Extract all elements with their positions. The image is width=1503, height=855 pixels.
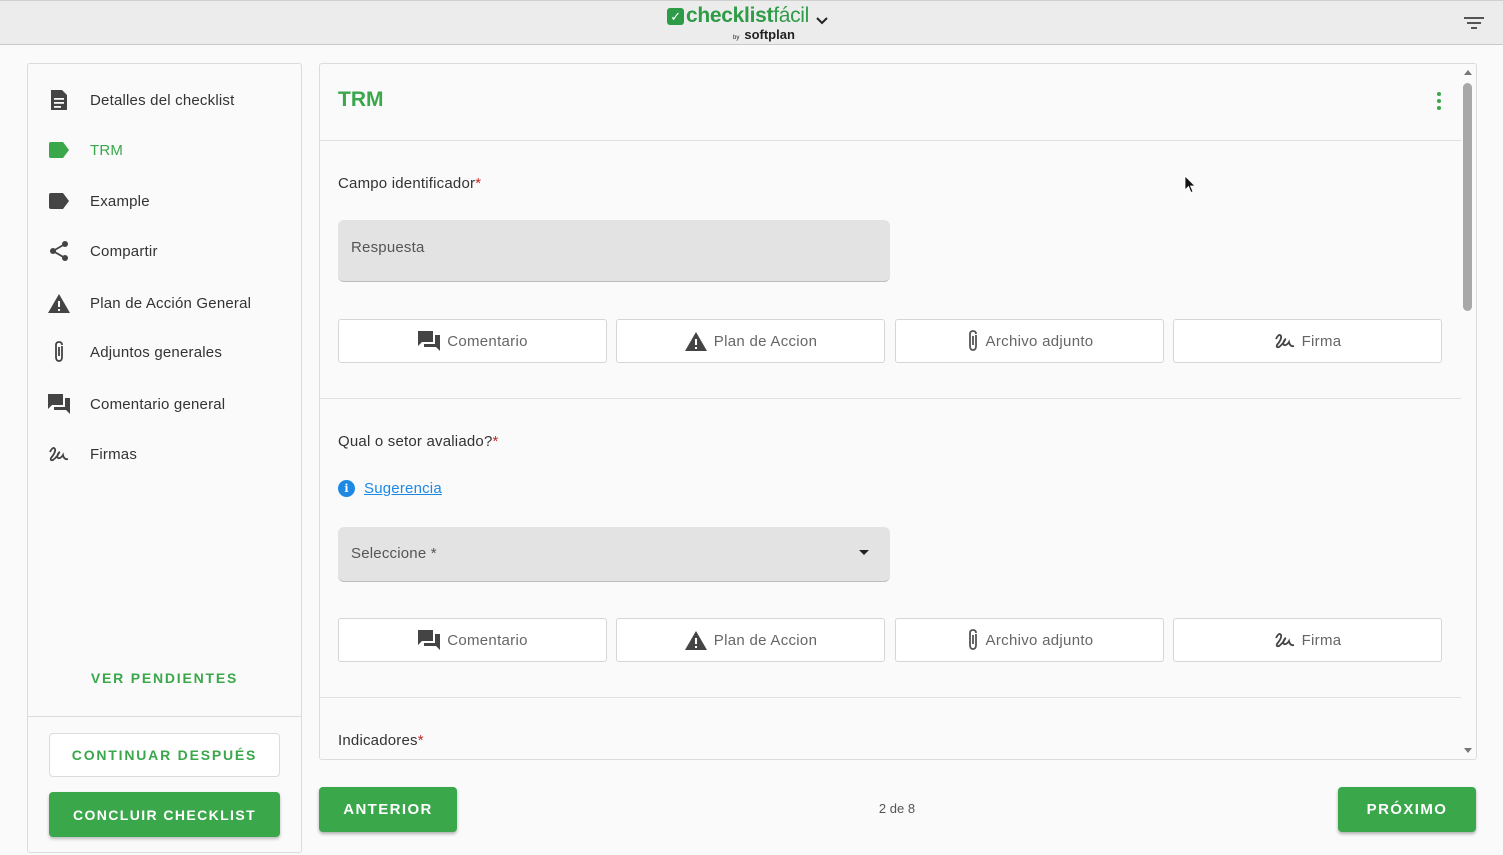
question-label: Campo identificador* [338, 175, 482, 192]
input-placeholder: Respuesta [351, 239, 425, 256]
sidebar-item-detalles[interactable]: Detalles del checklist [46, 86, 286, 114]
chevron-down-icon[interactable] [815, 14, 829, 28]
sidebar-item-label: Plan de Acción General [90, 294, 252, 312]
sidebar-item-label: Detalles del checklist [90, 91, 235, 109]
sidebar-item-label: TRM [90, 141, 124, 159]
respuesta-input[interactable]: Respuesta [338, 220, 890, 282]
sidebar-item-label: Adjuntos generales [90, 343, 223, 361]
sugerencia-link[interactable]: i Sugerencia [338, 480, 442, 497]
comentario-button[interactable]: Comentario [338, 319, 607, 363]
mouse-cursor-icon [1184, 175, 1196, 194]
archivo-adjunto-button[interactable]: Archivo adjunto [895, 319, 1164, 363]
warning-icon [684, 630, 707, 650]
signature-icon [1274, 334, 1294, 349]
button-label: Plan de Accion [713, 332, 818, 350]
sidebar-item-comentario[interactable]: Comentario general [46, 390, 286, 418]
divider [320, 398, 1461, 399]
divider [320, 140, 1461, 141]
check-icon: ✓ [667, 8, 684, 25]
ver-pendientes-link[interactable]: VER PENDIENTES [28, 670, 301, 686]
firma-button[interactable]: Firma [1173, 618, 1442, 662]
logo-subtitle: by softplan [733, 27, 795, 42]
signature-icon [1274, 633, 1294, 648]
sidebar-item-label: Compartir [90, 242, 158, 260]
button-label: Comentario [447, 332, 528, 350]
proximo-button[interactable]: PRÓXIMO [1338, 787, 1476, 832]
scroll-down-arrow-icon[interactable] [1464, 748, 1472, 753]
scroll-up-arrow-icon[interactable] [1464, 70, 1472, 75]
button-label: Plan de Accion [713, 631, 818, 649]
button-label: Firma [1301, 631, 1342, 649]
share-icon [46, 238, 72, 264]
continuar-despues-button[interactable]: CONTINUAR DESPUÉS [49, 733, 280, 777]
paperclip-icon [968, 629, 977, 650]
checklist-card: TRM Campo identificador* Respuesta Comen… [319, 63, 1477, 760]
concluir-checklist-button[interactable]: CONCLUIR CHECKLIST [49, 792, 280, 837]
top-bar: ✓ checklistfácil by softplan [0, 0, 1503, 45]
question-label: Qual o setor avaliado?* [338, 433, 499, 450]
sector-select[interactable]: Seleccione * [338, 527, 890, 582]
paperclip-icon [46, 339, 72, 365]
sidebar-divider [28, 716, 301, 717]
sugerencia-label: Sugerencia [364, 480, 442, 497]
warning-icon [46, 290, 72, 316]
forum-icon [418, 331, 441, 351]
button-label: Archivo adjunto [985, 332, 1094, 350]
select-placeholder: Seleccione * [351, 545, 437, 562]
button-label: Firma [1301, 332, 1342, 350]
label-icon [46, 137, 72, 163]
sidebar-item-firmas[interactable]: Firmas [46, 440, 286, 468]
filter-list-icon[interactable] [1463, 14, 1485, 32]
button-label: Archivo adjunto [985, 631, 1094, 649]
sidebar-item-trm[interactable]: TRM [46, 136, 286, 164]
signature-icon [46, 441, 72, 467]
scrollbar[interactable] [1461, 66, 1475, 758]
sidebar-item-label: Firmas [90, 445, 138, 463]
info-icon: i [338, 480, 355, 497]
scrollbar-thumb[interactable] [1463, 83, 1472, 311]
logo-wordmark: ✓ checklistfácil [667, 4, 809, 28]
sidebar: Detalles del checklist TRM Example Compa… [27, 63, 302, 853]
plan-accion-button[interactable]: Plan de Accion [616, 319, 885, 363]
comentario-button[interactable]: Comentario [338, 618, 607, 662]
paperclip-icon [968, 330, 977, 351]
plan-accion-button[interactable]: Plan de Accion [616, 618, 885, 662]
firma-button[interactable]: Firma [1173, 319, 1442, 363]
sidebar-item-adjuntos[interactable]: Adjuntos generales [46, 338, 286, 366]
section-title: TRM [338, 88, 384, 111]
page-indicator: 2 de 8 [878, 801, 916, 816]
divider [320, 697, 1461, 698]
question-label: Indicadores* [338, 732, 424, 749]
forum-icon [418, 630, 441, 650]
more-vert-icon[interactable] [1430, 90, 1448, 112]
warning-icon [684, 331, 707, 351]
caret-down-icon [859, 550, 869, 555]
label-icon [46, 188, 72, 214]
sidebar-item-label: Comentario general [90, 395, 226, 413]
document-icon [46, 87, 72, 113]
sidebar-item-label: Example [90, 192, 150, 210]
sidebar-item-plan-accion[interactable]: Plan de Acción General [46, 289, 286, 317]
button-label: Comentario [447, 631, 528, 649]
sidebar-item-compartir[interactable]: Compartir [46, 237, 286, 265]
forum-icon [46, 391, 72, 417]
archivo-adjunto-button[interactable]: Archivo adjunto [895, 618, 1164, 662]
app-logo[interactable]: ✓ checklistfácil by softplan [667, 4, 837, 42]
anterior-button[interactable]: ANTERIOR [319, 787, 457, 832]
sidebar-item-example[interactable]: Example [46, 187, 286, 215]
